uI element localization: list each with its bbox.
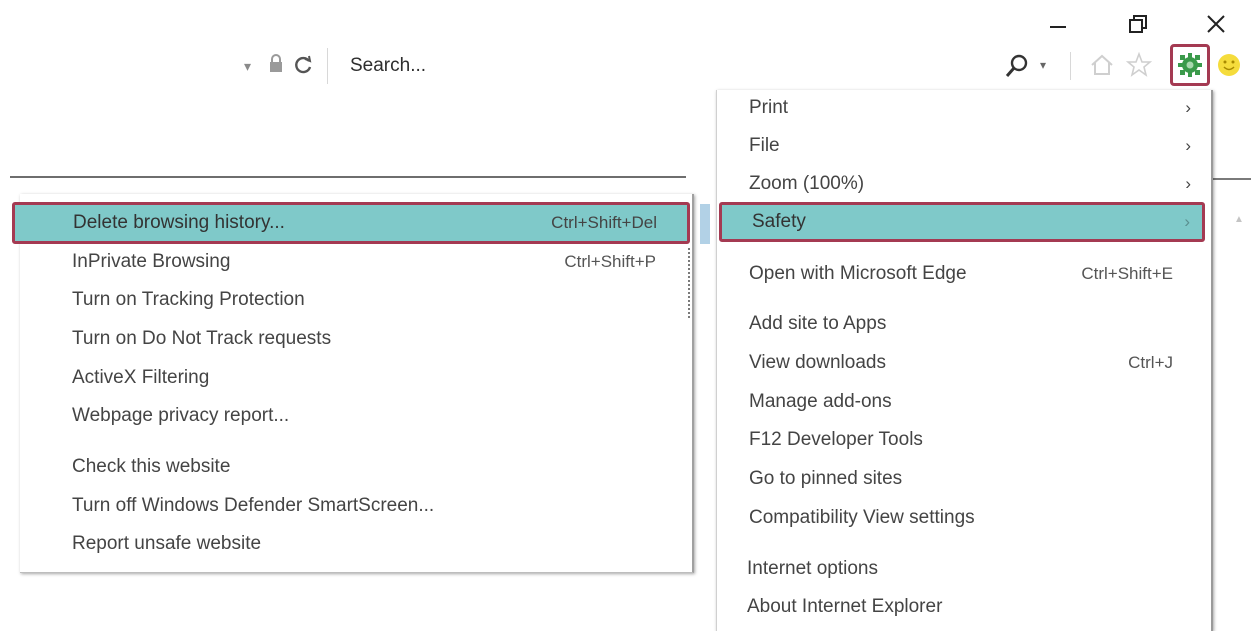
minimize-icon: [1050, 26, 1066, 28]
menu-item-label: Compatibility View settings: [749, 507, 975, 528]
menu-item-label: Turn off Windows Defender SmartScreen...: [72, 495, 435, 516]
search-input[interactable]: [338, 46, 1066, 86]
menu-item-label: Check this website: [72, 456, 231, 477]
menu-item-internet-options[interactable]: Internet options: [717, 551, 1211, 587]
menu-item-file[interactable]: File ›: [717, 128, 1211, 164]
menu-item-view-downloads[interactable]: View downloads Ctrl+J: [717, 345, 1211, 381]
submenu-item-smartscreen[interactable]: Turn off Windows Defender SmartScreen...: [20, 488, 692, 524]
menu-item-manage-add-ons[interactable]: Manage add-ons: [717, 384, 1211, 420]
menu-item-label: Add site to Apps: [749, 313, 887, 334]
home-icon[interactable]: [1090, 54, 1114, 76]
smiley-feedback-icon[interactable]: [1216, 52, 1242, 78]
menu-item-label: Safety: [752, 211, 806, 232]
menu-item-add-site-to-apps[interactable]: Add site to Apps: [717, 306, 1211, 342]
menu-item-go-to-pinned-sites[interactable]: Go to pinned sites: [717, 461, 1211, 497]
menu-item-label: Go to pinned sites: [749, 468, 903, 489]
menu-item-compatibility-view-settings[interactable]: Compatibility View settings: [717, 500, 1211, 536]
menu-item-label: Internet options: [747, 558, 878, 579]
menu-item-label: InPrivate Browsing: [72, 251, 231, 272]
menu-item-label: Report unsafe website: [72, 533, 262, 554]
submenu-connector: [700, 204, 710, 244]
restore-button[interactable]: [1118, 6, 1158, 42]
page-divider-line: [1210, 178, 1251, 180]
page-scroll-arrow-icon: ▲: [1234, 214, 1244, 225]
submenu-item-do-not-track[interactable]: Turn on Do Not Track requests: [20, 321, 692, 357]
menu-item-open-with-edge[interactable]: Open with Microsoft Edge Ctrl+Shift+E: [717, 256, 1211, 292]
submenu-item-delete-browsing-history[interactable]: Delete browsing history... Ctrl+Shift+De…: [12, 202, 690, 244]
submenu-item-webpage-privacy-report[interactable]: Webpage privacy report...: [20, 398, 692, 434]
toolbar-separator: [1070, 52, 1071, 80]
submenu-arrow-icon: ›: [1184, 212, 1190, 231]
submenu-resize-edge: [688, 248, 696, 318]
menu-item-about-internet-explorer[interactable]: About Internet Explorer: [717, 589, 1211, 625]
menu-item-safety[interactable]: Safety ›: [719, 202, 1205, 242]
menu-item-label: Delete browsing history...: [73, 212, 285, 233]
menu-item-label: Webpage privacy report...: [72, 405, 290, 426]
menu-item-zoom[interactable]: Zoom (100%) ›: [717, 166, 1211, 202]
menu-item-label: Print: [749, 97, 789, 118]
menu-item-label: Turn on Tracking Protection: [72, 289, 305, 310]
favorites-star-icon[interactable]: [1126, 52, 1152, 78]
search-dropdown-icon[interactable]: ▾: [1040, 58, 1046, 72]
minimize-button[interactable]: [1038, 6, 1078, 42]
safety-submenu: Delete browsing history... Ctrl+Shift+De…: [12, 194, 694, 573]
menu-item-label: Zoom (100%): [749, 173, 865, 194]
menu-item-shortcut: Ctrl+Shift+Del: [551, 213, 657, 232]
close-icon: [1207, 15, 1225, 33]
search-placeholder: Search...: [350, 55, 427, 76]
menu-item-label: View downloads: [749, 352, 886, 373]
gear-icon: [1178, 53, 1202, 77]
menu-item-label: F12 Developer Tools: [749, 429, 923, 450]
menu-item-shortcut: Ctrl+Shift+P: [564, 252, 656, 271]
toolbar-separator: [327, 48, 328, 84]
address-dropdown-icon[interactable]: ▾: [244, 58, 251, 75]
submenu-arrow-icon: ›: [1185, 98, 1191, 117]
page-divider-line: [10, 176, 686, 178]
menu-item-label: Open with Microsoft Edge: [749, 263, 967, 284]
lock-icon[interactable]: [268, 54, 284, 74]
submenu-item-inprivate-browsing[interactable]: InPrivate Browsing Ctrl+Shift+P: [20, 244, 692, 280]
search-icon[interactable]: [1002, 52, 1032, 80]
submenu-arrow-icon: ›: [1185, 174, 1191, 193]
menu-item-shortcut: Ctrl+Shift+E: [1081, 264, 1173, 283]
menu-item-shortcut: Ctrl+J: [1128, 353, 1173, 372]
menu-item-label: About Internet Explorer: [747, 596, 943, 617]
menu-item-label: ActiveX Filtering: [72, 367, 210, 388]
submenu-item-report-unsafe-website[interactable]: Report unsafe website: [20, 526, 692, 562]
submenu-item-check-this-website[interactable]: Check this website: [20, 449, 692, 485]
close-button[interactable]: [1196, 6, 1236, 42]
tools-gear-button[interactable]: [1170, 44, 1210, 86]
menu-item-print[interactable]: Print ›: [717, 90, 1211, 126]
tools-menu: Print › File › Zoom (100%) › Safety › Op…: [716, 90, 1213, 631]
submenu-arrow-icon: ›: [1185, 136, 1191, 155]
submenu-item-activex-filtering[interactable]: ActiveX Filtering: [20, 360, 692, 396]
menu-item-label: File: [749, 135, 780, 156]
submenu-item-tracking-protection[interactable]: Turn on Tracking Protection: [20, 282, 692, 318]
refresh-icon[interactable]: [292, 54, 314, 76]
restore-icon: [1129, 15, 1147, 33]
menu-item-f12-developer-tools[interactable]: F12 Developer Tools: [717, 422, 1211, 458]
menu-item-label: Manage add-ons: [749, 391, 892, 412]
menu-item-label: Turn on Do Not Track requests: [72, 328, 332, 349]
